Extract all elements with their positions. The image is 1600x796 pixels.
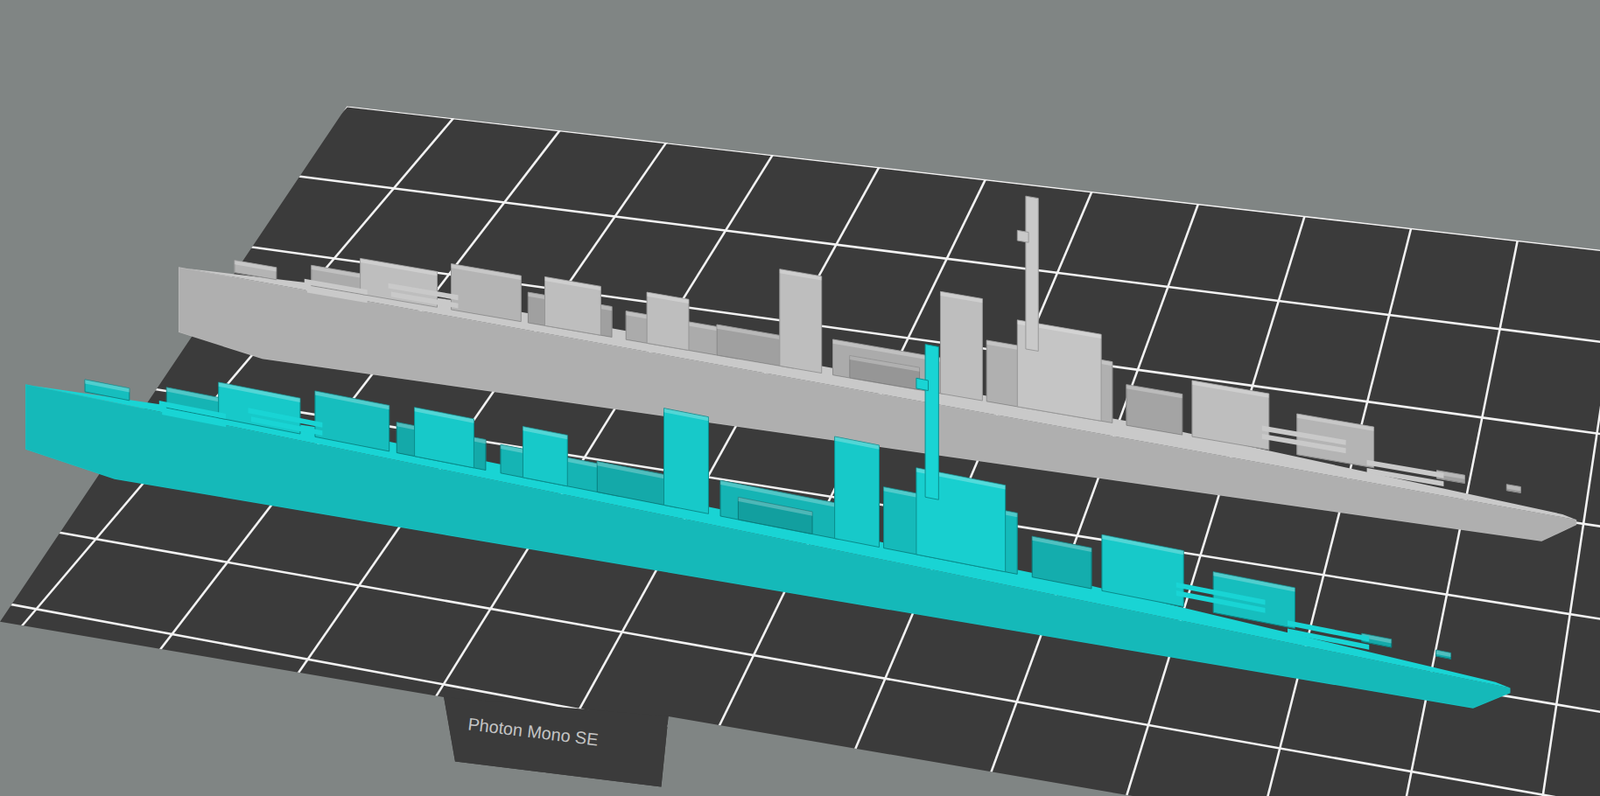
ship-model[interactable] <box>25 168 1510 753</box>
plate-grid <box>0 105 1600 796</box>
ship-hull-shade <box>25 384 1510 753</box>
gun-barrel <box>391 294 459 306</box>
ship-mast <box>925 343 939 500</box>
gun-barrel <box>307 290 368 302</box>
ship-superstructure <box>1436 650 1452 660</box>
ship-hull <box>25 384 1510 753</box>
ship-deck <box>25 370 1510 689</box>
grid-line <box>816 191 1093 796</box>
grid-line <box>0 584 1600 796</box>
ship-superstructure <box>849 355 920 390</box>
build-plate <box>0 105 1600 796</box>
grid-line <box>396 154 773 761</box>
ship-superstructure <box>1101 534 1184 607</box>
ship-superstructure <box>779 269 822 374</box>
ship-yard <box>916 378 929 391</box>
ship-superstructure <box>234 260 277 281</box>
ship-superstructure <box>646 292 689 351</box>
gun-barrel <box>1176 593 1266 611</box>
ship-superstructure <box>835 436 880 548</box>
plate-label-tab <box>443 697 668 788</box>
ship-superstructure <box>720 480 840 540</box>
ship-yard <box>1017 230 1029 243</box>
ship-superstructure <box>84 379 130 401</box>
viewport-3d[interactable]: Photon Mono SE <box>0 0 1600 796</box>
ship-superstructure <box>414 407 475 469</box>
ship-superstructure <box>522 427 568 487</box>
gun-barrel <box>1262 436 1347 451</box>
ship-superstructure <box>737 497 813 534</box>
ship-superstructure <box>450 264 521 323</box>
grid-line <box>0 105 347 653</box>
grid-line <box>346 105 1600 278</box>
ship-superstructure <box>1506 484 1521 494</box>
ship-superstructure <box>940 291 983 401</box>
ship-superstructure <box>1192 380 1270 450</box>
ship-superstructure <box>1031 536 1092 590</box>
gun-barrel <box>251 419 323 434</box>
ship-hull-shade <box>178 266 1577 584</box>
ship-hull <box>178 266 1577 584</box>
ship-superstructure <box>1126 385 1183 436</box>
ship-superstructure <box>664 408 709 515</box>
gun-barrel <box>1367 470 1445 485</box>
printer-label: Photon Mono SE <box>466 714 599 750</box>
ship-superstructure <box>315 391 390 452</box>
grid-line <box>116 130 560 707</box>
scene[interactable]: Photon Mono SE <box>0 0 1600 796</box>
gun-barrel <box>1287 631 1369 648</box>
gun-barrel <box>161 412 226 425</box>
grid-line <box>1095 216 1305 796</box>
ship-mast <box>1025 196 1039 351</box>
ship-superstructure <box>544 276 601 336</box>
gun-barrel <box>1287 623 1369 639</box>
